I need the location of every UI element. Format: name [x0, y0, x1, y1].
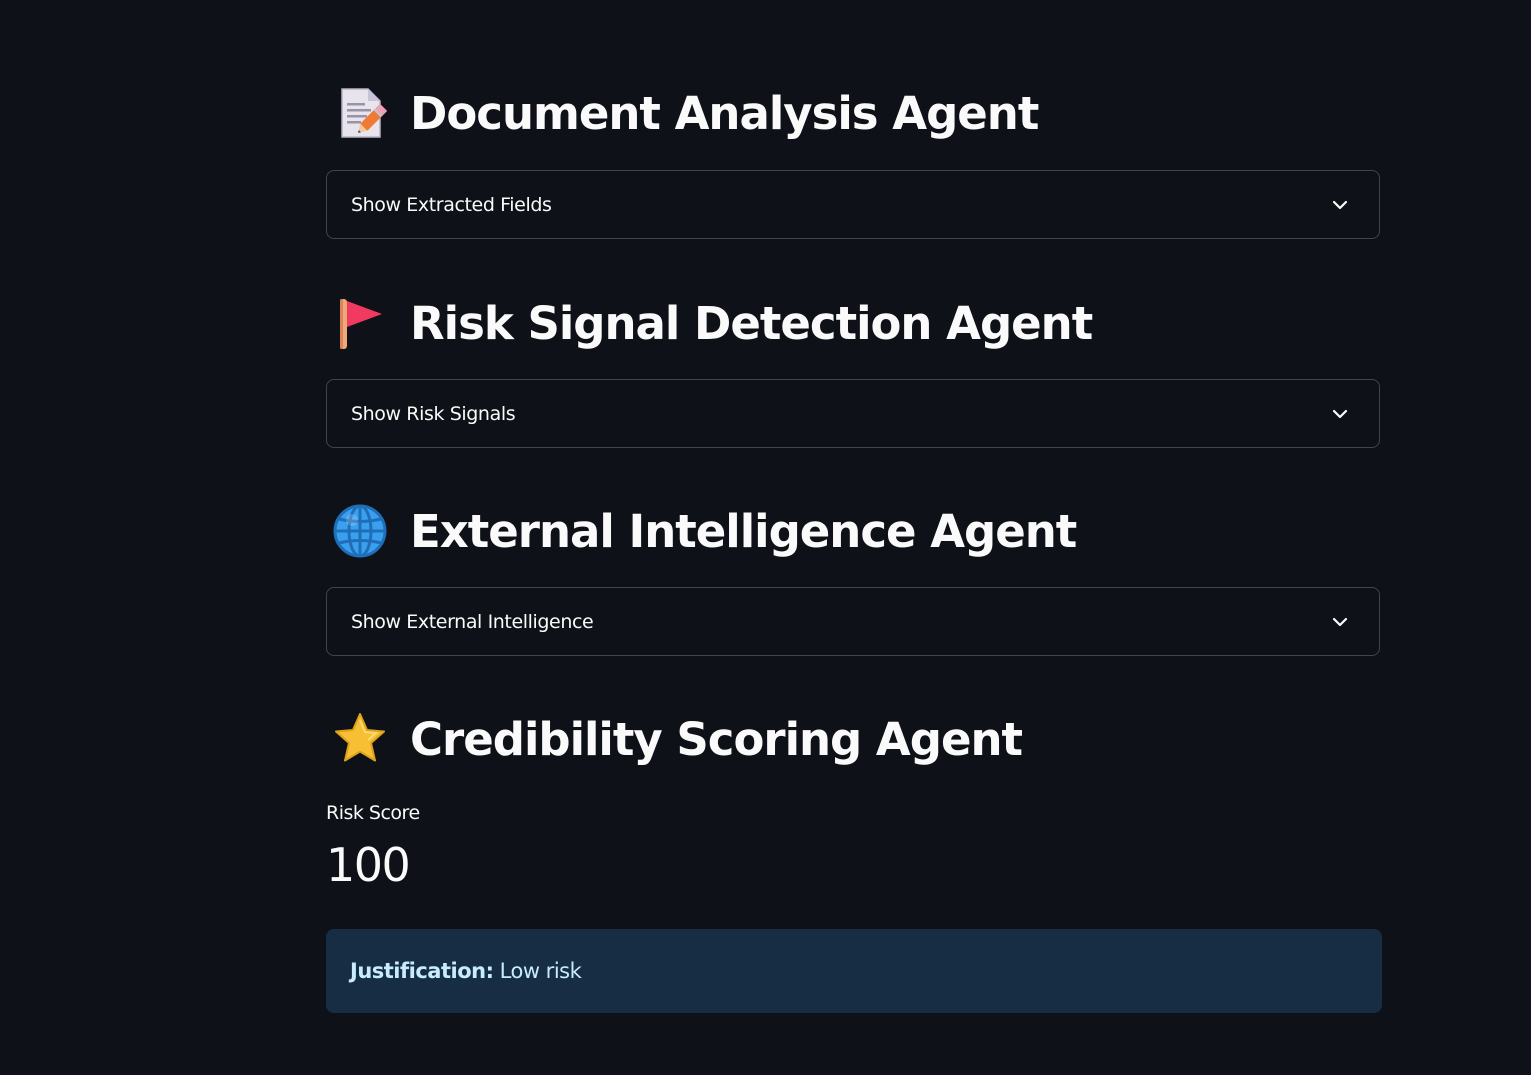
credibility-scoring-header: Credibility Scoring Agent — [326, 704, 1023, 774]
external-intelligence-header: External Intelligence Agent — [326, 496, 1077, 566]
risk-signals-expander[interactable]: Show Risk Signals — [326, 379, 1380, 448]
red-flag-icon — [332, 295, 388, 351]
risk-score-label: Risk Score — [326, 802, 420, 824]
section-title: Risk Signal Detection Agent — [410, 296, 1093, 350]
expander-label: Show Extracted Fields — [351, 193, 552, 216]
extracted-fields-expander[interactable]: Show Extracted Fields — [326, 170, 1380, 239]
chevron-down-icon — [1331, 405, 1349, 423]
globe-icon — [332, 503, 388, 559]
star-icon — [332, 711, 388, 767]
memo-icon — [332, 85, 388, 141]
justification-info-box: Justification: Low risk — [326, 929, 1382, 1013]
external-intelligence-expander[interactable]: Show External Intelligence — [326, 587, 1380, 656]
expander-label: Show External Intelligence — [351, 610, 594, 633]
justification-label: Justification: — [350, 959, 494, 983]
risk-signal-header: Risk Signal Detection Agent — [326, 288, 1093, 358]
justification-text: Low risk — [499, 959, 582, 983]
chevron-down-icon — [1331, 613, 1349, 631]
expander-label: Show Risk Signals — [351, 402, 516, 425]
section-title: Credibility Scoring Agent — [410, 712, 1023, 766]
section-title: Document Analysis Agent — [410, 86, 1039, 140]
chevron-down-icon — [1331, 196, 1349, 214]
document-analysis-header: Document Analysis Agent — [326, 78, 1039, 148]
section-title: External Intelligence Agent — [410, 504, 1077, 558]
risk-score-value: 100 — [326, 838, 411, 892]
